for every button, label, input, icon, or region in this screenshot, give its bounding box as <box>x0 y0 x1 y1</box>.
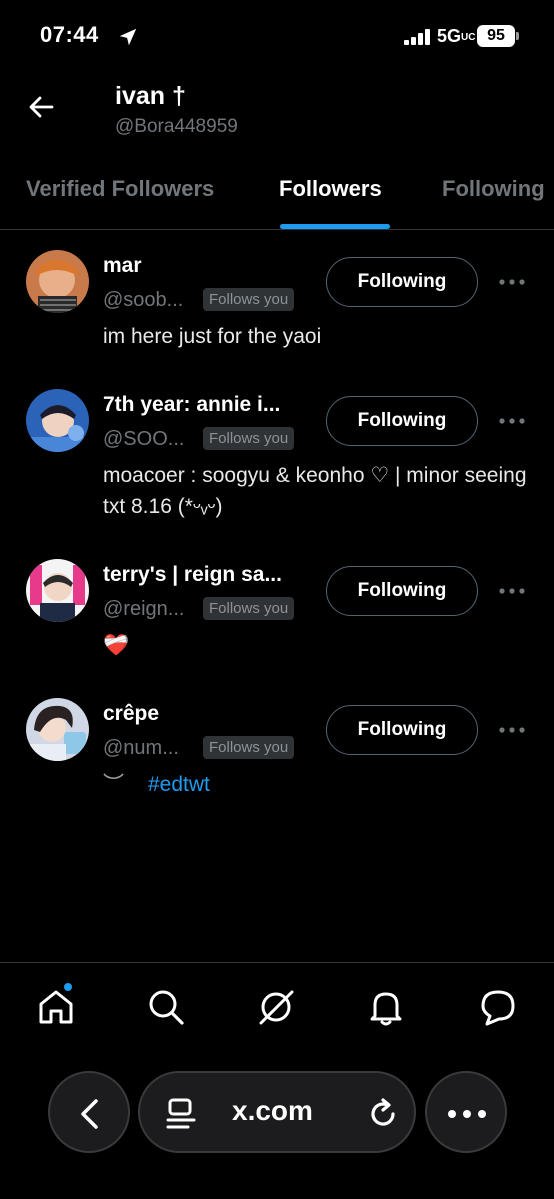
home-notification-dot <box>62 981 74 993</box>
follower-handle[interactable]: @SOO... <box>103 428 184 451</box>
browser-more-button[interactable] <box>425 1071 507 1153</box>
following-button[interactable]: Following <box>326 566 478 616</box>
follower-bio: im here just for the yaoi <box>103 325 322 348</box>
avatar[interactable] <box>26 559 89 622</box>
follower-handle[interactable]: @reign... <box>103 598 184 621</box>
more-options-icon <box>448 1110 486 1118</box>
follows-you-badge: Follows you <box>203 427 295 450</box>
follower-bio: ︶ #edtwt <box>103 769 533 800</box>
page-menu-icon[interactable] <box>166 1097 196 1131</box>
following-button[interactable]: Following <box>326 396 478 446</box>
bottom-navigation <box>0 962 554 1052</box>
profile-name: ivan † <box>115 82 186 110</box>
url-text[interactable]: x.com <box>232 1095 313 1127</box>
battery-indicator: 95 <box>477 25 515 47</box>
browser-back-button[interactable] <box>48 1071 130 1153</box>
follower-handle[interactable]: @num... <box>103 737 179 760</box>
messages-icon[interactable] <box>478 987 518 1027</box>
network-label: 5GUC <box>437 26 476 46</box>
avatar[interactable] <box>26 698 89 761</box>
follows-you-badge: Follows you <box>203 736 295 759</box>
follower-handle[interactable]: @soob... <box>103 289 183 312</box>
follower-name[interactable]: terry's | reign sa... <box>103 563 282 587</box>
more-options-icon[interactable] <box>498 726 526 734</box>
address-bar[interactable]: x.com <box>138 1071 416 1153</box>
home-icon[interactable] <box>36 987 76 1027</box>
location-arrow-icon <box>119 28 137 46</box>
follower-name[interactable]: crêpe <box>103 702 159 726</box>
follows-you-badge: Follows you <box>203 288 295 311</box>
follower-bio: moacoer : soogyu & keonho ♡ | minor seei… <box>103 464 527 518</box>
avatar[interactable] <box>26 250 89 313</box>
hashtag-link[interactable]: #edtwt <box>148 773 210 796</box>
status-time: 07:44 <box>40 22 99 47</box>
battery-tip <box>516 32 519 40</box>
grok-icon[interactable] <box>256 987 296 1027</box>
tab-following[interactable]: Following <box>442 176 545 202</box>
chevron-left-icon <box>81 1099 98 1129</box>
browser-toolbar: x.com <box>0 1068 554 1158</box>
search-icon[interactable] <box>146 987 186 1027</box>
follow-tabs: Verified Followers Followers Following <box>0 162 554 230</box>
following-button[interactable]: Following <box>326 705 478 755</box>
tab-verified-followers[interactable]: Verified Followers <box>26 176 214 202</box>
status-bar: 07:44 5GUC 95 <box>0 0 554 72</box>
following-button[interactable]: Following <box>326 257 478 307</box>
tab-followers[interactable]: Followers <box>279 176 382 202</box>
profile-handle: @Bora448959 <box>115 116 238 137</box>
follows-you-badge: Follows you <box>203 597 295 620</box>
back-arrow-icon[interactable] <box>26 92 56 122</box>
more-options-icon[interactable] <box>498 587 526 595</box>
more-options-icon[interactable] <box>498 278 526 286</box>
follower-name[interactable]: mar <box>103 254 142 278</box>
cellular-signal-icon <box>404 29 430 45</box>
notifications-icon[interactable] <box>366 987 406 1027</box>
follower-bio: ❤️‍🩹 <box>103 634 130 657</box>
more-options-icon[interactable] <box>498 417 526 425</box>
follower-name[interactable]: 7th year: annie i... <box>103 393 280 417</box>
profile-header: ivan † @Bora448959 <box>0 72 554 162</box>
bio-text: ︶ <box>103 773 124 796</box>
followers-screen: 07:44 5GUC 95 ivan † @Bora448959 Verifie… <box>0 0 554 1199</box>
reload-icon[interactable] <box>366 1097 400 1131</box>
avatar[interactable] <box>26 389 89 452</box>
active-tab-indicator <box>280 224 390 229</box>
